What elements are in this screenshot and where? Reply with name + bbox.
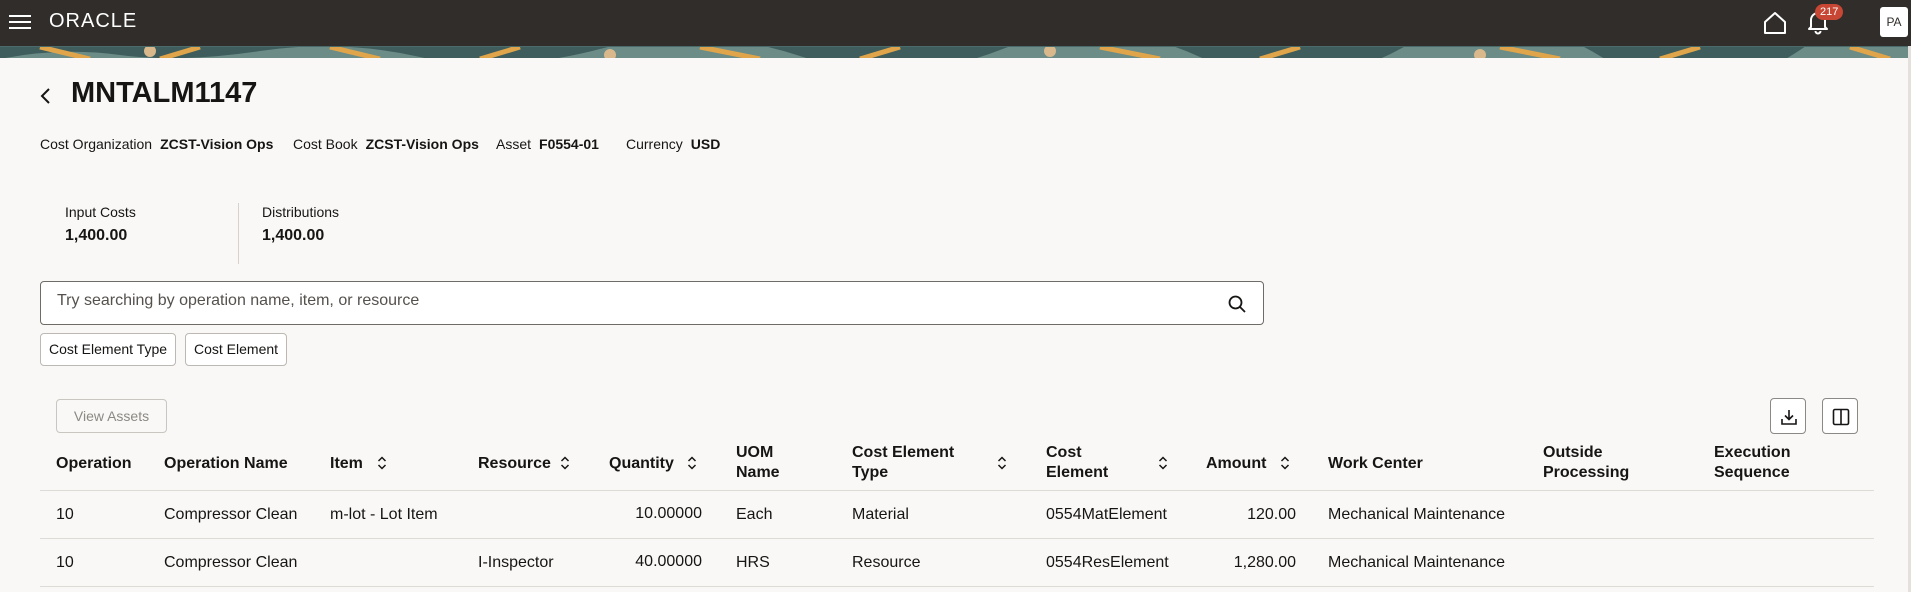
cell-cost-element-type: Resource [852,554,921,571]
column-header-line: Outside [1543,444,1603,461]
row-divider [40,538,1874,539]
cell-operation-name: Compressor Clean [164,506,298,523]
metric-input-costs: Input Costs 1,400.00 [65,204,136,245]
banner-pattern [0,46,1911,58]
cell-cost-element: 0554ResElement [1046,554,1169,571]
metric-value: 1,400.00 [262,227,325,244]
column-header-line: Element [1046,464,1109,481]
cell-amount: 120.00 [1247,506,1296,523]
column-header-label: Quantity [609,455,674,472]
cell-cost-element-type: Material [852,506,909,523]
cell-operation-name: Compressor Clean [164,554,298,571]
column-header-line: Processing [1543,464,1630,481]
cell-quantity: 10.00000 [635,505,702,522]
cell-uom: Each [736,506,773,523]
column-header-resource[interactable]: Resource [478,454,551,474]
column-header-uom-name[interactable]: UOM Name [736,443,780,483]
cell-amount: 1,280.00 [1233,554,1296,571]
back-arrow-icon[interactable] [36,84,56,108]
column-header-line: Execution [1714,444,1791,461]
home-icon[interactable] [1762,10,1788,36]
column-header-outside-processing[interactable]: Outside Processing [1543,443,1629,483]
sort-icon[interactable] [560,455,570,471]
column-header-quantity[interactable]: Quantity [609,454,674,474]
cell-work-center: Mechanical Maintenance [1328,554,1505,571]
column-header-operation[interactable]: Operation [56,454,132,474]
cell-resource: I-Inspector [478,554,554,571]
column-header-line: UOM [736,444,774,461]
metric-label: Distributions [262,204,340,220]
meta-value: ZCST-Vision Ops [365,136,479,152]
meta-value: F0554-01 [539,136,599,152]
sort-icon[interactable] [377,455,387,471]
row-divider [40,586,1874,587]
column-header-operation-name[interactable]: Operation Name [164,454,288,474]
column-header-line: Name [736,464,780,481]
metric-distributions: Distributions 1,400.00 [262,204,339,245]
meta-label: Cost Organization [40,136,153,152]
meta-label: Cost Book [293,136,358,152]
cell-uom: HRS [736,554,770,571]
column-header-amount[interactable]: Amount [1206,454,1266,474]
meta-value: ZCST-Vision Ops [160,136,274,152]
column-header-label: Item [330,455,363,472]
search-icon[interactable] [1227,294,1247,314]
filter-chip-cost-element[interactable]: Cost Element [185,333,288,366]
menu-icon[interactable] [9,13,31,31]
meta-value: USD [690,136,721,152]
search-box [40,281,1264,325]
notification-badge: 217 [1815,4,1844,20]
column-header-work-center[interactable]: Work Center [1328,454,1423,474]
oracle-logo[interactable]: ORACLE [49,10,137,33]
column-header-label: Amount [1206,455,1267,472]
column-header-cost-element-type[interactable]: Cost Element Type [852,443,954,483]
search-input[interactable] [57,292,1197,310]
metric-divider [238,203,239,264]
filter-chip-cost-element-type[interactable]: Cost Element Type [40,333,177,366]
column-header-cost-element[interactable]: Cost Element [1046,443,1108,483]
meta-label: Currency [626,136,683,152]
cell-item: m-lot - Lot Item [330,506,438,523]
user-avatar[interactable]: PA [1880,7,1908,37]
cell-operation: 10 [56,506,74,523]
cell-operation: 10 [56,554,74,571]
meta-label: Asset [496,136,532,152]
table-header-divider [40,490,1874,491]
sort-icon[interactable] [1280,455,1290,471]
sort-icon[interactable] [997,455,1007,471]
global-header: ORACLE 217 PA [0,0,1911,46]
meta-asset: Asset F0554-01 [496,136,599,152]
column-header-line: Cost [1046,444,1082,461]
sort-icon[interactable] [687,455,697,471]
download-icon [1781,410,1797,425]
column-header-line: Cost Element [852,444,955,461]
columns-icon [1832,408,1850,426]
decorative-banner [0,46,1911,58]
meta-currency: Currency USD [626,136,720,152]
cell-work-center: Mechanical Maintenance [1328,506,1505,523]
export-button[interactable] [1770,398,1806,434]
column-header-line: Sequence [1714,464,1790,481]
view-assets-button[interactable]: View Assets [56,399,167,433]
cell-quantity: 40.00000 [635,553,702,570]
meta-cost-book: Cost Book ZCST-Vision Ops [293,136,479,152]
sort-icon[interactable] [1158,455,1168,471]
cell-cost-element: 0554MatElement [1046,506,1167,523]
column-header-execution-sequence[interactable]: Execution Sequence [1714,443,1790,483]
metric-label: Input Costs [65,204,136,220]
column-header-item[interactable]: Item [330,454,363,474]
column-header-line: Type [852,464,889,481]
page-title: MNTALM1147 [71,77,258,109]
column-header-label: Resource [478,455,551,472]
meta-cost-organization: Cost Organization ZCST-Vision Ops [40,136,273,152]
metric-value: 1,400.00 [65,227,128,244]
columns-button[interactable] [1822,398,1858,434]
